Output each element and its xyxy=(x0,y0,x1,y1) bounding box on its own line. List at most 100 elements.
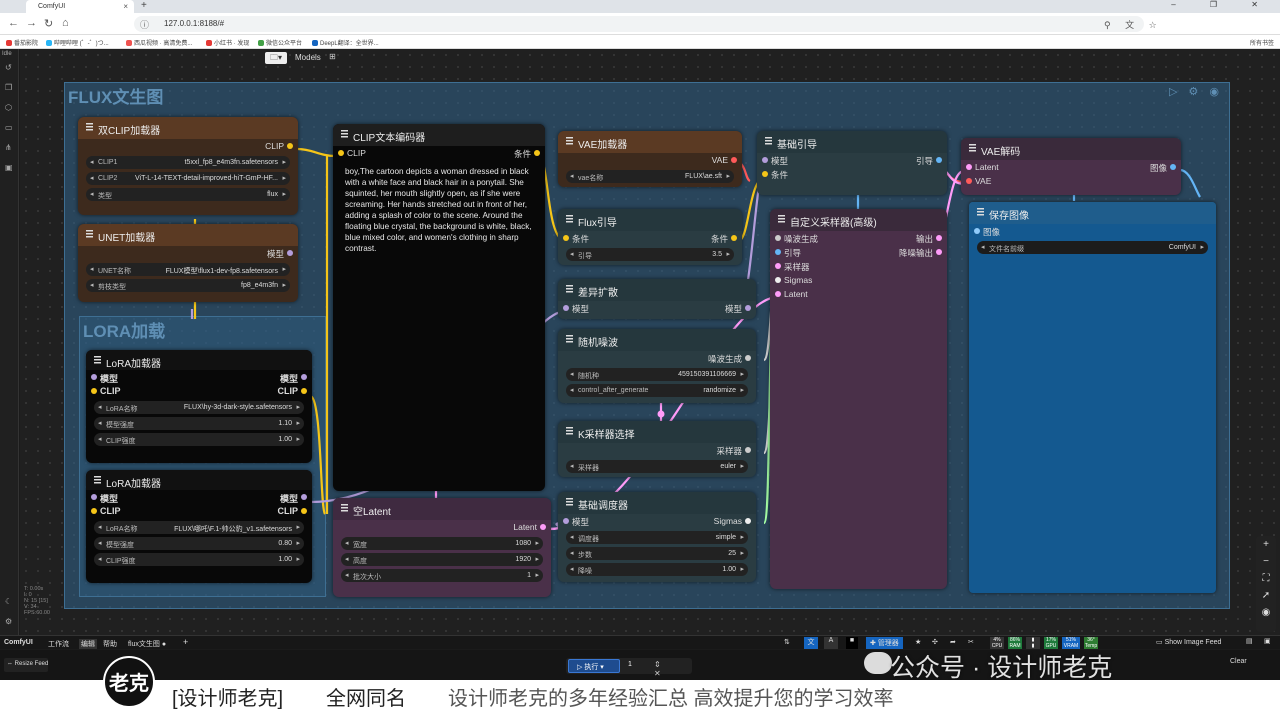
output-model-dot[interactable] xyxy=(287,250,293,256)
workflow-tab[interactable]: flux文生图 ● xyxy=(128,639,166,649)
input-cond-dot[interactable] xyxy=(563,235,569,241)
node-random-noise[interactable]: 随机噪波 噪波生成 随机种459150391106669 control_aft… xyxy=(558,329,756,403)
workflow-icon[interactable]: ⋔ xyxy=(5,143,12,152)
node-title[interactable]: 基础引导 xyxy=(757,131,947,153)
input-noise-dot[interactable] xyxy=(775,235,781,241)
menu-help[interactable]: 帮助 xyxy=(103,639,117,649)
cube-icon[interactable]: ⬡ xyxy=(5,103,12,112)
theme-icon[interactable]: ☾ xyxy=(5,597,12,606)
clip2-select[interactable]: CLIP2ViT-L-14-TEXT-detail-improved-hiT-G… xyxy=(86,172,290,185)
all-bookmarks[interactable]: 所有书签 xyxy=(1250,38,1274,47)
vae-name-select[interactable]: vae名称FLUX\ae.sft xyxy=(566,170,734,183)
models-settings-icon[interactable]: ⊞ xyxy=(329,52,336,61)
settings-icon[interactable]: ⚙ xyxy=(5,617,12,626)
models-button[interactable]: Models xyxy=(295,53,321,62)
site-info-icon[interactable]: ⓘ xyxy=(140,18,149,31)
sampler-name-select[interactable]: 采样器euler xyxy=(566,460,748,473)
node-canvas[interactable]: 🗀▾ Models ⊞ FLUX文生图 ▷ ⚙ ◉ LORA加载 双CLIP加载… xyxy=(20,49,1280,635)
model-strength-input[interactable]: 模型强度0.80 xyxy=(94,537,304,550)
fit-view-icon[interactable]: ⛶ xyxy=(1256,570,1276,587)
add-workflow-tab-button[interactable]: + xyxy=(183,637,188,647)
node-basic-guider[interactable]: 基础引导 模型 引导 条件 xyxy=(757,131,947,195)
translate-alt-icon[interactable]: A xyxy=(824,637,838,649)
input-image-dot[interactable] xyxy=(974,228,980,234)
panel-icon[interactable]: ▤ xyxy=(1246,637,1253,649)
node-lora-loader-1[interactable]: LoRA加载器 模型模型 CLIPCLIP LoRA名称FLUX\hy-3d-d… xyxy=(86,350,312,463)
output-cond-dot[interactable] xyxy=(534,150,540,156)
url-input[interactable]: ⓘ 127.0.0.1:8188/# xyxy=(134,16,1144,32)
node-title[interactable]: K采样器选择 xyxy=(558,421,756,443)
address-bar-actions[interactable]: ⚲ 文 ☆ xyxy=(1104,18,1163,31)
output-latent-dot[interactable] xyxy=(540,524,546,530)
input-model-dot[interactable] xyxy=(91,494,97,500)
output-denoised-dot[interactable] xyxy=(936,249,942,255)
height-input[interactable]: 高度1920 xyxy=(341,553,543,566)
new-tab-button[interactable]: + xyxy=(141,0,147,11)
input-clip-dot[interactable] xyxy=(91,508,97,514)
output-sampler-dot[interactable] xyxy=(745,447,751,453)
browser-tab-comfyui[interactable]: ComfyUI × xyxy=(26,0,134,13)
node-title[interactable]: VAE加载器 xyxy=(558,131,742,153)
output-vae-dot[interactable] xyxy=(731,157,737,163)
window-controls[interactable]: – ❐ ✕ xyxy=(1171,0,1274,9)
history-icon[interactable]: ↺ xyxy=(5,63,12,72)
input-latent-dot[interactable] xyxy=(775,291,781,297)
input-clip-dot[interactable] xyxy=(91,388,97,394)
lora-name-select[interactable]: LoRA名称FLUX\哪吒\F.1-帅公豹_v1.safetensors xyxy=(94,521,304,534)
folder-menu-button[interactable]: 🗀▾ xyxy=(265,52,287,64)
image-icon[interactable]: ▣ xyxy=(5,163,13,172)
unet-name-select[interactable]: UNET名称FLUX模型\flux1-dev-fp8.safetensors xyxy=(86,263,290,276)
bookmark-item[interactable]: 番茄影院 xyxy=(6,38,38,47)
node-title[interactable]: Flux引导 xyxy=(558,209,742,231)
node-unet-loader[interactable]: UNET加载器 模型 UNET名称FLUX模型\flux1-dev-fp8.sa… xyxy=(78,224,298,302)
clip-strength-input[interactable]: CLIP强度1.00 xyxy=(94,553,304,566)
node-clip-text-encode[interactable]: CLIP文本编码器 CLIP 条件 boy,The cartoon depicts… xyxy=(333,124,545,491)
output-model-dot[interactable] xyxy=(745,305,751,311)
input-vae-dot[interactable] xyxy=(966,178,972,184)
node-dual-clip-loader[interactable]: 双CLIP加载器 CLIP CLIP1t5xxl_fp8_e4m3fn.safe… xyxy=(78,117,298,215)
input-guider-dot[interactable] xyxy=(775,249,781,255)
zoom-in-icon[interactable]: + xyxy=(1256,536,1276,553)
node-title[interactable]: 基础调度器 xyxy=(558,492,756,514)
node-title[interactable]: LoRA加载器 xyxy=(86,470,312,490)
input-cond-dot[interactable] xyxy=(762,171,768,177)
back-icon[interactable]: ← xyxy=(8,17,19,29)
input-model-dot[interactable] xyxy=(762,157,768,163)
input-latent-dot[interactable] xyxy=(966,164,972,170)
denoise-input[interactable]: 降噪1.00 xyxy=(566,563,748,576)
node-title[interactable]: 保存图像 xyxy=(969,202,1216,224)
node-ksampler-select[interactable]: K采样器选择 采样器 采样器euler xyxy=(558,421,756,477)
output-cond-dot[interactable] xyxy=(731,235,737,241)
output-noise-dot[interactable] xyxy=(745,355,751,361)
forward-icon[interactable]: → xyxy=(26,17,37,29)
node-custom-sampler-advanced[interactable]: 自定义采样器(高级) 噪波生成 输出 引导 降噪输出 采样器 Sigmas Late… xyxy=(770,209,947,589)
clip1-select[interactable]: CLIP1t5xxl_fp8_e4m3fn.safetensors xyxy=(86,156,290,169)
input-sigmas-dot[interactable] xyxy=(775,277,781,283)
output-clip-dot[interactable] xyxy=(287,143,293,149)
home-icon[interactable]: ⌂ xyxy=(62,17,69,29)
output-model-dot[interactable] xyxy=(301,374,307,380)
model-strength-input[interactable]: 模型强度1.10 xyxy=(94,417,304,430)
folder-icon[interactable]: ▭ xyxy=(5,123,13,132)
steps-input[interactable]: 步数25 xyxy=(566,547,748,560)
output-model-dot[interactable] xyxy=(301,494,307,500)
node-basic-scheduler[interactable]: 基础调度器 模型Sigmas 调度器simple 步数25 降噪1.00 xyxy=(558,492,756,582)
control-after-generate-select[interactable]: control_after_generaterandomize xyxy=(566,384,748,397)
node-title[interactable]: VAE解码 xyxy=(961,138,1181,160)
node-title[interactable]: 随机噪波 xyxy=(558,329,756,351)
input-clip-dot[interactable] xyxy=(338,150,344,156)
width-input[interactable]: 宽度1080 xyxy=(341,537,543,550)
node-title[interactable]: CLIP文本编码器 xyxy=(333,124,545,146)
group-controls-icon[interactable]: ▷ ⚙ ◉ xyxy=(1169,85,1223,98)
output-clip-dot[interactable] xyxy=(301,388,307,394)
image-feed-toggle[interactable]: ▭ Show Image Feed xyxy=(1156,638,1221,650)
node-vae-decode[interactable]: VAE解码 Latent 图像 VAE xyxy=(961,138,1181,195)
output-latent-dot[interactable] xyxy=(936,235,942,241)
select-mode-icon[interactable]: ➚ xyxy=(1256,587,1276,604)
output-image-dot[interactable] xyxy=(1170,164,1176,170)
seed-input[interactable]: 随机种459150391106669 xyxy=(566,368,748,381)
app-logo[interactable]: ComfyUI xyxy=(4,639,33,646)
zoom-out-icon[interactable]: − xyxy=(1256,553,1276,570)
node-vae-loader[interactable]: VAE加载器 VAE vae名称FLUX\ae.sft xyxy=(558,131,742,187)
node-empty-latent[interactable]: 空Latent Latent 宽度1080 高度1920 批次大小1 xyxy=(333,498,551,597)
